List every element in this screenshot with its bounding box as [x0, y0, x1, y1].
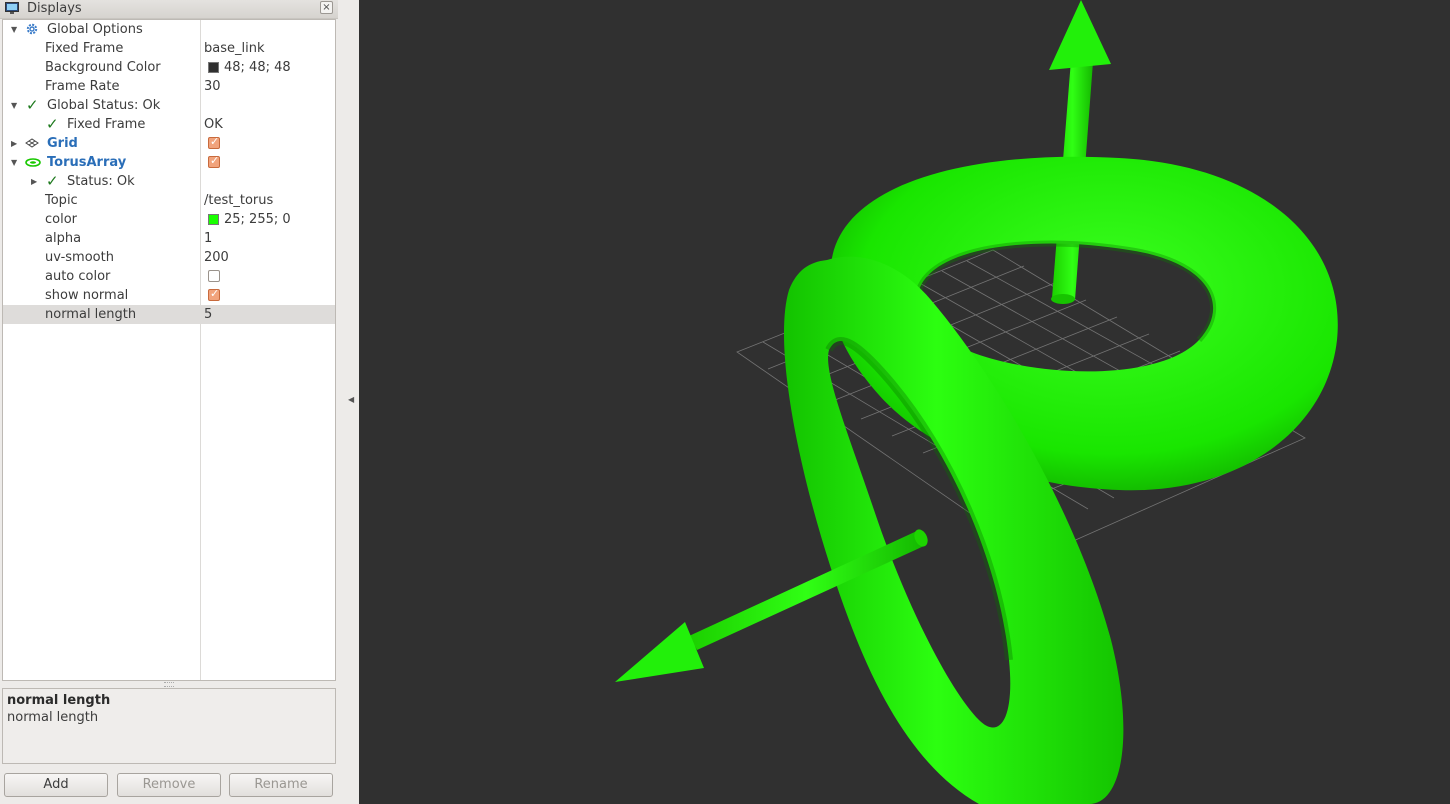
- torus-icon: [25, 158, 41, 167]
- tree-row-global-options[interactable]: ▼ Global Options: [3, 20, 335, 39]
- tree-row-label: show normal: [45, 288, 129, 303]
- tree-row-topic[interactable]: Topic /test_torus: [3, 191, 335, 210]
- display-tree[interactable]: ▼ Global Options Fixed Frame base_link B…: [2, 19, 336, 681]
- tree-row-grid[interactable]: ▶ Grid: [3, 134, 335, 153]
- tree-row-show-normal[interactable]: show normal: [3, 286, 335, 305]
- show-normal-checkbox[interactable]: [208, 287, 220, 301]
- color-swatch[interactable]: [208, 214, 219, 225]
- tree-row-label: color: [45, 212, 78, 227]
- tree-row-label: Frame Rate: [45, 79, 120, 94]
- checkmark-icon: ✓: [46, 172, 59, 190]
- displays-panel: Displays × ▼ Global Options Fixed Frame …: [0, 0, 338, 804]
- tree-row-value[interactable]: 25; 255; 0: [224, 210, 291, 229]
- tree-row-label: Fixed Frame: [45, 41, 124, 56]
- description-title: normal length: [7, 693, 111, 708]
- tree-row-label: Global Status: Ok: [47, 98, 161, 113]
- tree-row-label: normal length: [45, 307, 137, 322]
- monitor-icon: [5, 2, 19, 14]
- color-swatch[interactable]: [208, 62, 219, 73]
- tree-row-label: alpha: [45, 231, 82, 246]
- expand-arrow-icon[interactable]: ▼: [11, 96, 17, 115]
- tree-row-status[interactable]: ▶ ✓ Status: Ok: [3, 172, 335, 191]
- tree-row-label: Grid: [47, 136, 78, 151]
- torusarray-enable-checkbox[interactable]: [208, 154, 220, 168]
- auto-color-checkbox[interactable]: [208, 270, 220, 282]
- normal-arrow-vertical: [1049, 0, 1111, 304]
- expand-arrow-icon[interactable]: ▼: [11, 153, 17, 172]
- tree-row-value[interactable]: 30: [204, 77, 221, 96]
- remove-button[interactable]: Remove: [117, 773, 221, 797]
- checkmark-icon: ✓: [26, 96, 39, 114]
- tree-row-label: uv-smooth: [45, 250, 114, 265]
- tree-row-label: TorusArray: [47, 155, 127, 170]
- tree-row-value[interactable]: 1: [204, 229, 212, 248]
- tree-row-label: Status: Ok: [67, 174, 135, 189]
- panel-splitter[interactable]: ◀: [338, 0, 358, 804]
- gear-icon: [26, 23, 38, 35]
- tree-row-global-status[interactable]: ▼ ✓ Global Status: Ok: [3, 96, 335, 115]
- tree-row-label: Fixed Frame: [67, 117, 146, 132]
- tree-row-uv-smooth[interactable]: uv-smooth 200: [3, 248, 335, 267]
- tree-row-frame-rate[interactable]: Frame Rate 30: [3, 77, 335, 96]
- tree-row-normal-length[interactable]: normal length 5: [3, 305, 335, 324]
- rename-button[interactable]: Rename: [229, 773, 333, 797]
- torus-vertical: [783, 256, 1124, 804]
- close-icon[interactable]: ×: [320, 1, 333, 14]
- add-button[interactable]: Add: [4, 773, 108, 797]
- tree-row-label: Topic: [45, 193, 78, 208]
- tree-row-value[interactable]: base_link: [204, 39, 264, 58]
- tree-row-torusarray[interactable]: ▼ TorusArray: [3, 153, 335, 172]
- expand-arrow-icon[interactable]: ▶: [11, 134, 17, 153]
- expand-arrow-icon[interactable]: ▼: [11, 20, 17, 39]
- description-box: normal length normal length: [2, 688, 336, 764]
- tree-row-status-fixed-frame[interactable]: ✓ Fixed Frame OK: [3, 115, 335, 134]
- panel-titlebar: Displays ×: [0, 0, 338, 19]
- collapse-arrow-icon[interactable]: ◀: [348, 395, 354, 404]
- tree-row-value[interactable]: 48; 48; 48: [224, 58, 291, 77]
- tree-row-fixed-frame[interactable]: Fixed Frame base_link: [3, 39, 335, 58]
- tree-row-alpha[interactable]: alpha 1: [3, 229, 335, 248]
- expand-arrow-icon[interactable]: ▶: [31, 172, 37, 191]
- tree-row-label: auto color: [45, 269, 111, 284]
- grid-enable-checkbox[interactable]: [208, 135, 220, 149]
- panel-title: Displays: [27, 1, 82, 16]
- tree-row-value[interactable]: 5: [204, 305, 212, 324]
- grid-icon: [25, 138, 39, 148]
- checkmark-icon: ✓: [46, 115, 59, 133]
- tree-row-auto-color[interactable]: auto color: [3, 267, 335, 286]
- tree-row-background-color[interactable]: Background Color 48; 48; 48: [3, 58, 335, 77]
- tree-row-value[interactable]: /test_torus: [204, 191, 273, 210]
- tree-row-label: Global Options: [47, 22, 143, 37]
- tree-row-color[interactable]: color 25; 255; 0: [3, 210, 335, 229]
- tree-row-value[interactable]: 200: [204, 248, 229, 267]
- render-viewport[interactable]: [359, 0, 1450, 804]
- resize-grip[interactable]: [164, 682, 174, 687]
- scene-svg: [615, 0, 1338, 804]
- tree-row-label: Background Color: [45, 60, 161, 75]
- description-body: normal length: [7, 710, 99, 725]
- tree-row-value: OK: [204, 117, 223, 132]
